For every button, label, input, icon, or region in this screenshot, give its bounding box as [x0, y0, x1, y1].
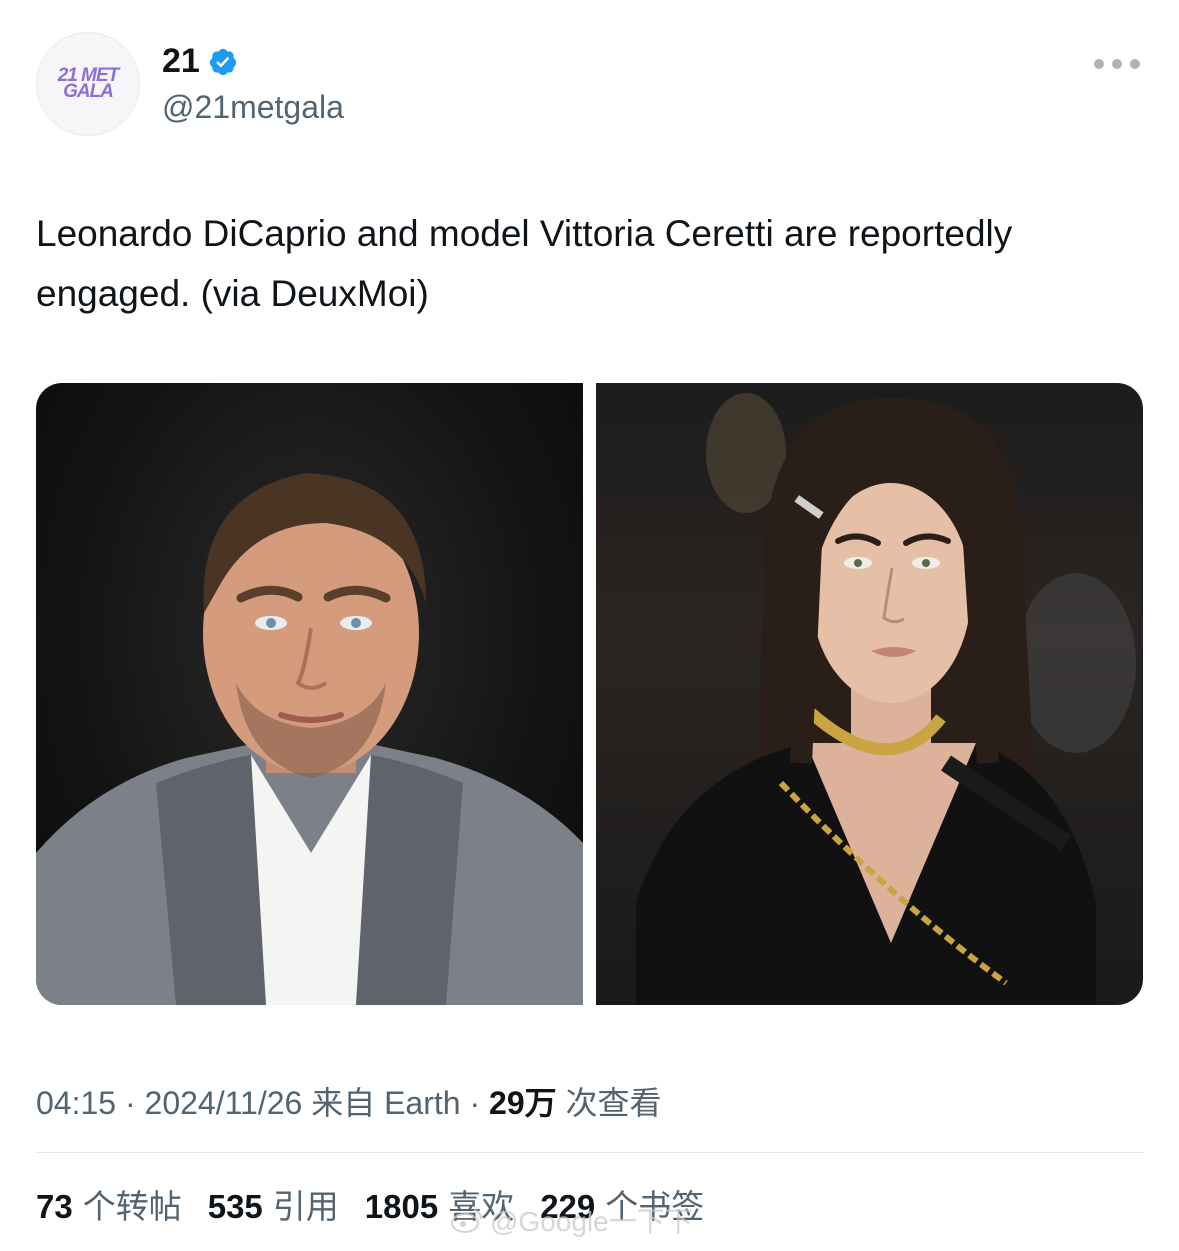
tweet-time[interactable]: 04:15 [36, 1085, 116, 1121]
stat-number: 535 [207, 1188, 263, 1225]
watermark-text: @Google一下下 [490, 1206, 693, 1237]
photo-right[interactable] [596, 383, 1143, 1005]
stat-label: 引用 [272, 1188, 339, 1225]
views-label: 次查看 [565, 1085, 662, 1121]
stat-reposts[interactable]: 73 个转帖 [36, 1180, 182, 1228]
tweet-meta: 04:15 · 2024/11/26 来自 Earth · 29万 次查看 [36, 1078, 662, 1124]
display-name-text: 21 [162, 42, 200, 80]
media-gallery [36, 383, 1143, 1005]
weibo-watermark-icon [451, 1209, 482, 1233]
views-count: 29万 [489, 1085, 557, 1121]
verified-badge-icon [209, 48, 236, 75]
tweet-source: 来自 Earth [311, 1085, 461, 1121]
handle[interactable]: @21metgala [162, 89, 344, 126]
tweet-text: Leonardo DiCaprio and model Vittoria Cer… [36, 213, 1013, 314]
meta-separator: · [469, 1085, 490, 1121]
photo-right-illustration [636, 393, 1136, 1005]
photo-left-illustration [36, 473, 583, 1005]
avatar-logo: 21 MET GALA [58, 66, 120, 102]
photo-left[interactable] [36, 383, 583, 1005]
more-options-icon[interactable] [1094, 55, 1140, 73]
watermark: @Google一下下 [450, 1200, 693, 1240]
stat-number: 73 [36, 1188, 73, 1225]
avatar-logo-line2: GALA [63, 81, 114, 102]
avatar[interactable]: 21 MET GALA [36, 32, 140, 136]
tweet-date[interactable]: 2024/11/26 [145, 1085, 303, 1121]
tweet-card: 21 MET GALA 21 @21metgala Leonardo DiCap… [0, 0, 1179, 1251]
display-name[interactable]: 21 [162, 42, 238, 81]
stat-label: 个转帖 [82, 1188, 182, 1225]
divider [36, 1152, 1143, 1153]
meta-separator: · [124, 1085, 145, 1121]
stat-quotes[interactable]: 535 引用 [208, 1180, 339, 1228]
stat-number: 1805 [364, 1188, 439, 1225]
